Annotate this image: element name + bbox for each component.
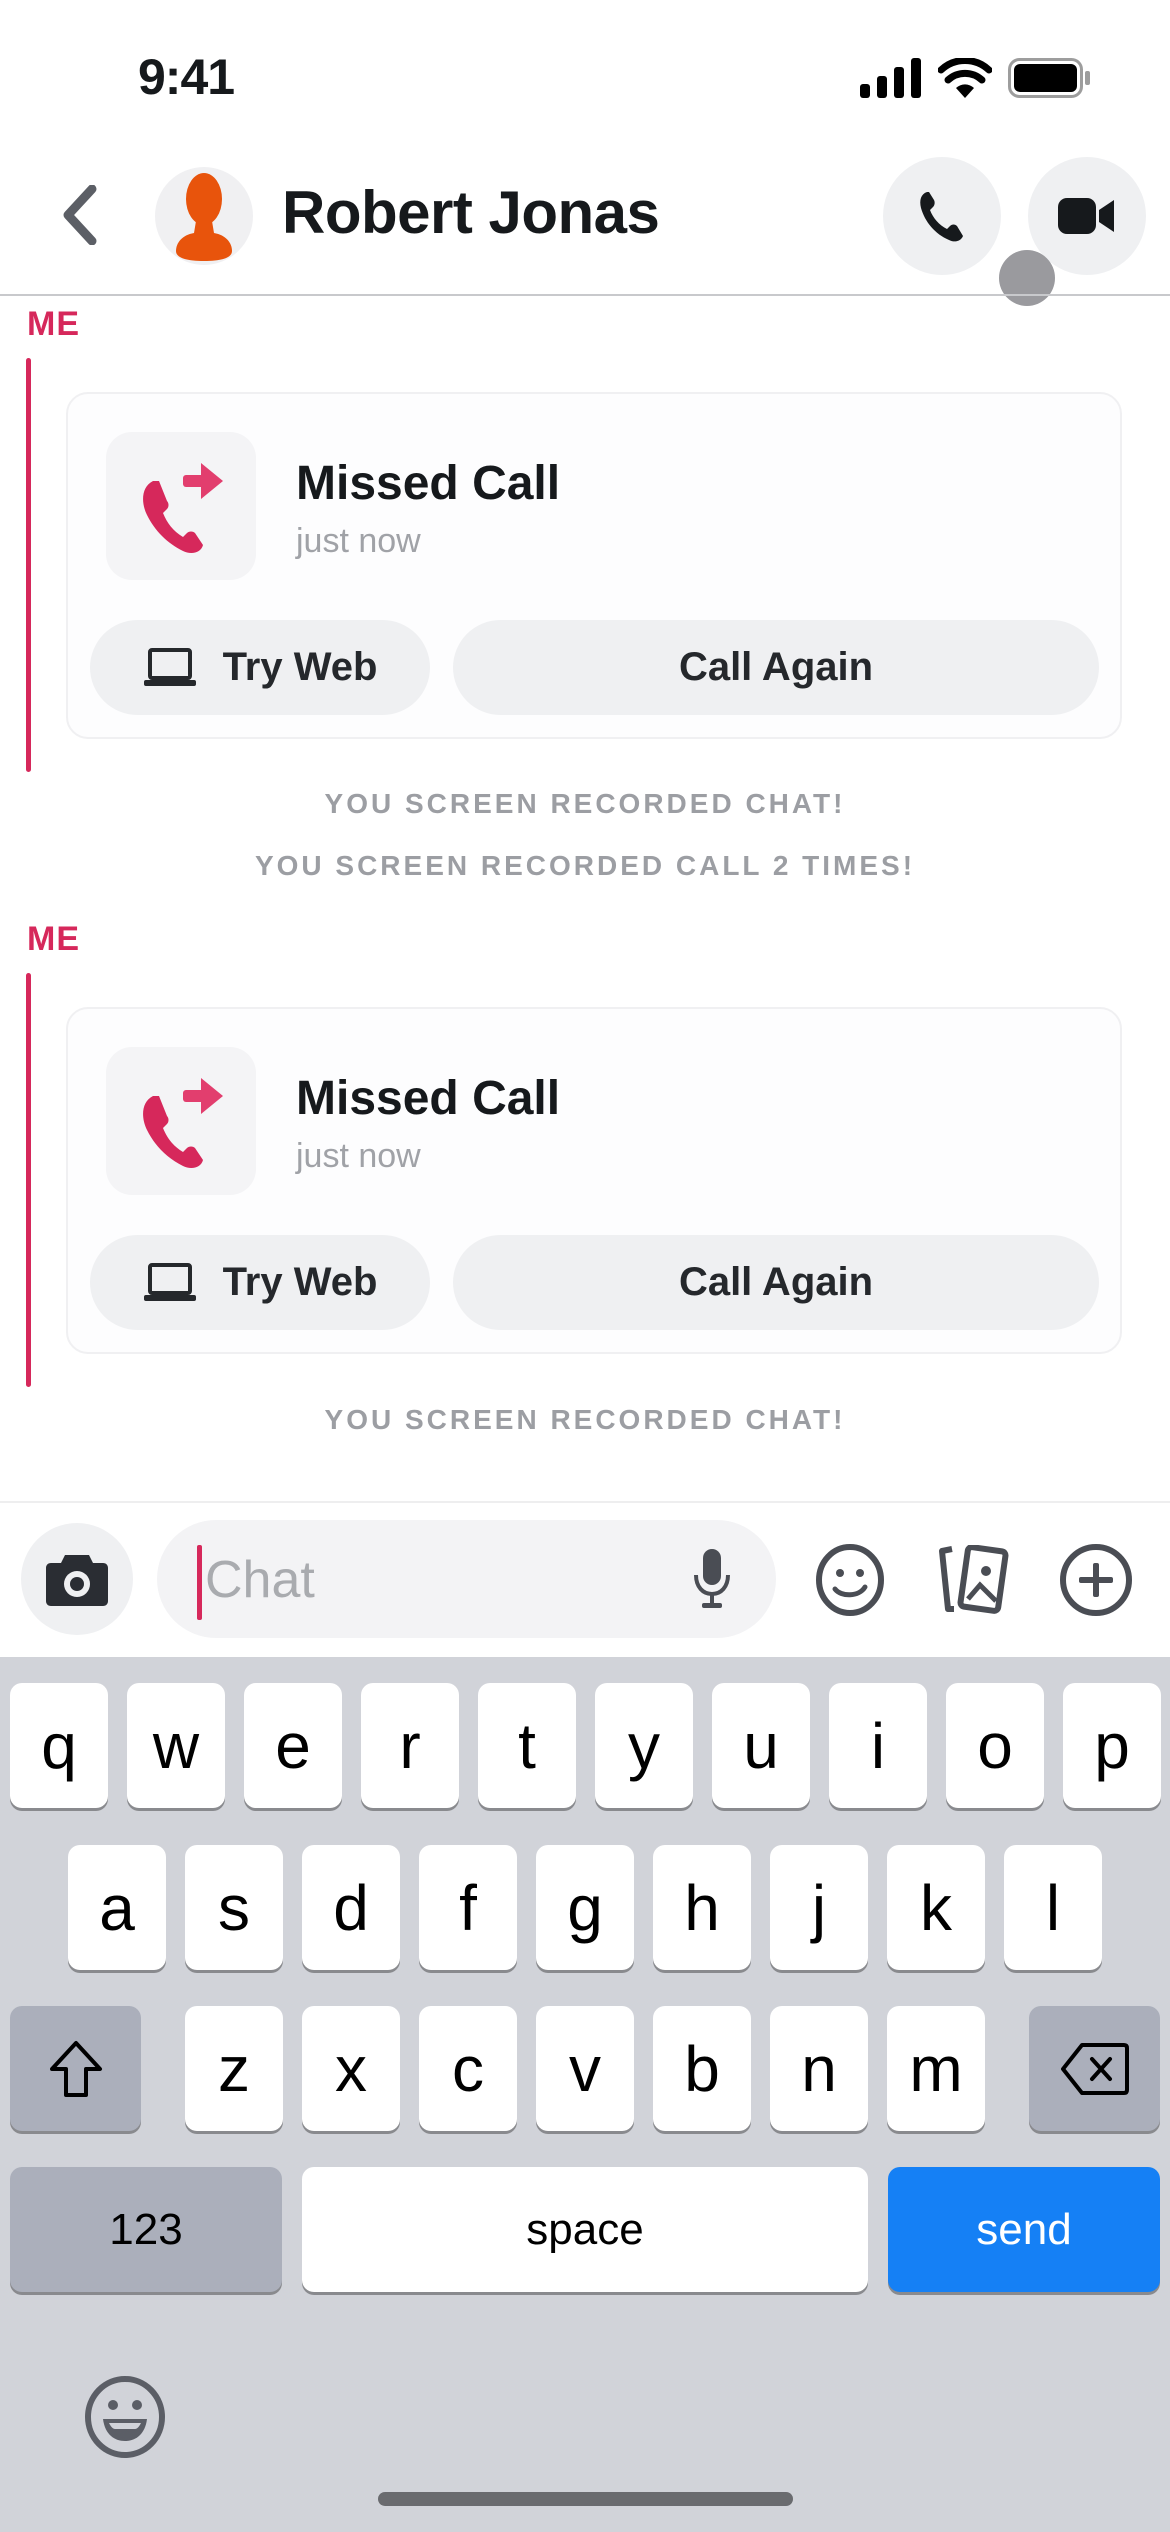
emoji-face-icon — [85, 2376, 165, 2458]
key-j[interactable]: j — [770, 1845, 868, 1970]
sender-bar — [26, 973, 31, 1387]
call-icon-box — [106, 432, 256, 580]
key-d[interactable]: d — [302, 1845, 400, 1970]
key-z[interactable]: z — [185, 2006, 283, 2131]
key-k[interactable]: k — [887, 1845, 985, 1970]
key-x[interactable]: x — [302, 2006, 400, 2131]
space-key[interactable]: space — [302, 2167, 868, 2292]
chevron-left-icon — [63, 185, 97, 245]
try-web-button[interactable]: Try Web — [90, 620, 430, 715]
emoji-button[interactable] — [808, 1538, 892, 1622]
sender-bar — [26, 358, 31, 772]
key-r[interactable]: r — [361, 1683, 459, 1808]
laptop-icon — [143, 647, 196, 686]
call-title: Missed Call — [296, 457, 561, 510]
key-o[interactable]: o — [946, 1683, 1044, 1808]
key-m[interactable]: m — [887, 2006, 985, 2131]
call-again-button[interactable]: Call Again — [453, 1235, 1099, 1330]
battery-icon — [1008, 58, 1090, 98]
status-icons — [860, 58, 1092, 98]
send-key[interactable]: send — [888, 2167, 1160, 2292]
avatar[interactable] — [155, 167, 253, 265]
system-message: YOU SCREEN RECORDED CALL 2 TIMES! — [254, 850, 916, 881]
key-b[interactable]: b — [653, 2006, 751, 2131]
chat-input[interactable] — [205, 1540, 675, 1620]
key-e[interactable]: e — [244, 1683, 342, 1808]
delete-key[interactable] — [1029, 2006, 1160, 2131]
try-web-label: Try Web — [222, 645, 378, 689]
input-divider — [0, 1501, 1170, 1503]
key-a[interactable]: a — [68, 1845, 166, 1970]
key-q[interactable]: q — [10, 1683, 108, 1808]
video-camera-icon — [1058, 198, 1114, 234]
key-l[interactable]: l — [1004, 1845, 1102, 1970]
voice-call-button[interactable] — [883, 157, 1001, 275]
microphone-button[interactable] — [677, 1544, 747, 1614]
back-button[interactable] — [50, 180, 110, 250]
call-time: just now — [296, 1137, 421, 1175]
keyboard: q w e r t y u i o p a s d f g h j k l z … — [0, 1657, 1170, 2532]
outgoing-call-icon — [143, 1078, 223, 1168]
sender-label: ME — [27, 920, 80, 958]
cards-icon — [939, 1545, 1009, 1614]
key-s[interactable]: s — [185, 1845, 283, 1970]
key-h[interactable]: h — [653, 1845, 751, 1970]
laptop-icon — [143, 1262, 196, 1301]
system-message: YOU SCREEN RECORDED CHAT! — [324, 788, 846, 819]
plus-circle-icon — [1060, 1544, 1132, 1616]
stickers-button[interactable] — [932, 1538, 1016, 1622]
cellular-signal-icon — [860, 58, 921, 98]
key-f[interactable]: f — [419, 1845, 517, 1970]
camera-icon — [46, 1555, 108, 1606]
touch-indicator — [999, 250, 1055, 306]
key-u[interactable]: u — [712, 1683, 810, 1808]
text-caret — [197, 1545, 202, 1620]
contact-name[interactable]: Robert Jonas — [282, 178, 660, 247]
call-again-label: Call Again — [678, 645, 874, 689]
missed-call-card: Missed Call just now Try Web Call Again — [66, 392, 1122, 739]
numbers-key[interactable]: 123 — [10, 2167, 282, 2292]
header-divider — [0, 294, 1170, 296]
key-v[interactable]: v — [536, 2006, 634, 2131]
phone-icon — [920, 192, 963, 242]
missed-call-card: Missed Call just now Try Web Call Again — [66, 1007, 1122, 1354]
person-silhouette-icon — [176, 173, 232, 261]
key-i[interactable]: i — [829, 1683, 927, 1808]
call-again-label: Call Again — [678, 1260, 874, 1304]
more-options-button[interactable] — [1054, 1538, 1138, 1622]
key-y[interactable]: y — [595, 1683, 693, 1808]
shift-arrow-icon — [49, 2040, 102, 2097]
chat-input-field[interactable] — [157, 1520, 776, 1638]
smiley-icon — [816, 1544, 884, 1616]
system-message: YOU SCREEN RECORDED CHAT! — [324, 1404, 846, 1435]
call-time: just now — [296, 522, 421, 560]
call-title: Missed Call — [296, 1072, 561, 1125]
key-p[interactable]: p — [1063, 1683, 1161, 1808]
sender-label: ME — [27, 305, 80, 343]
outgoing-call-icon — [143, 463, 223, 553]
key-t[interactable]: t — [478, 1683, 576, 1808]
key-c[interactable]: c — [419, 2006, 517, 2131]
camera-button[interactable] — [21, 1523, 133, 1635]
shift-key[interactable] — [10, 2006, 141, 2131]
key-g[interactable]: g — [536, 1845, 634, 1970]
microphone-icon — [694, 1549, 730, 1608]
key-w[interactable]: w — [127, 1683, 225, 1808]
backspace-icon — [1060, 2042, 1129, 2095]
wifi-icon — [938, 58, 992, 98]
try-web-button[interactable]: Try Web — [90, 1235, 430, 1330]
call-icon-box — [106, 1047, 256, 1195]
call-again-button[interactable]: Call Again — [453, 620, 1099, 715]
status-time: 9:41 — [138, 49, 235, 105]
try-web-label: Try Web — [222, 1260, 378, 1304]
key-n[interactable]: n — [770, 2006, 868, 2131]
home-indicator[interactable] — [378, 2492, 793, 2506]
keyboard-emoji-button[interactable] — [80, 2372, 170, 2462]
